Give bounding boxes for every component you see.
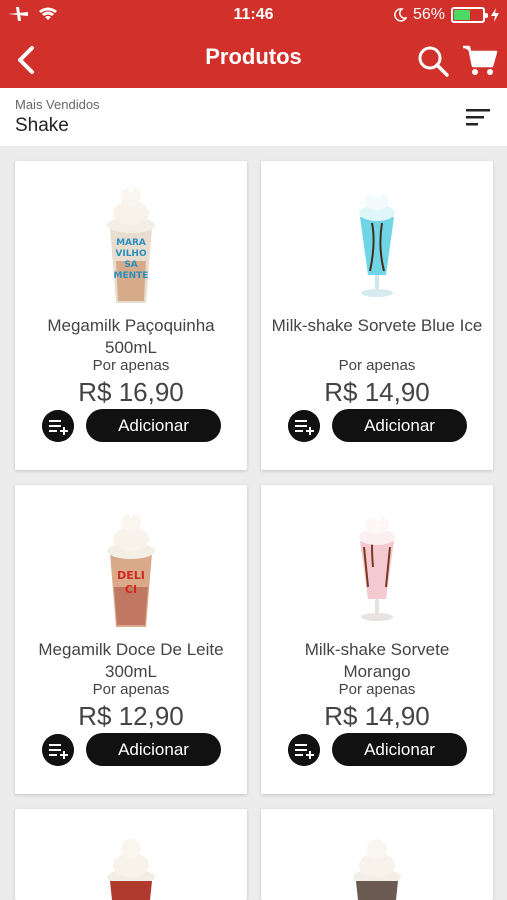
svg-text:DELI: DELI (117, 569, 145, 582)
add-to-list-icon[interactable] (42, 734, 74, 766)
price-prefix: Por apenas (338, 357, 416, 374)
battery-percent: 56% (412, 6, 445, 23)
product-name: Milk-shake Sorvete Morango (304, 640, 450, 681)
add-button[interactable]: Adicionar (332, 409, 467, 442)
product-image (261, 507, 493, 633)
add-to-list-icon[interactable] (288, 410, 320, 442)
product-name: Milk-shake Sorvete Blue Ice (271, 316, 483, 335)
product-card[interactable] (261, 809, 493, 900)
product-card[interactable] (15, 809, 247, 900)
battery-icon (451, 7, 488, 23)
price-prefix: Por apenas (338, 681, 416, 698)
status-right: 56% (393, 6, 499, 24)
product-image: DELI CI (15, 507, 247, 633)
moon-icon (394, 8, 407, 22)
add-button[interactable]: Adicionar (86, 733, 221, 766)
product-card[interactable]: DELI CI Megamilk Doce De Leite 300mL Por… (15, 485, 247, 794)
svg-text:VILHO: VILHO (115, 249, 147, 259)
filter-label: Mais Vendidos (15, 97, 100, 112)
product-card[interactable]: MARA VILHO SA MENTE Megamilk Paçoquinha … (15, 161, 247, 470)
filter-bar[interactable]: Mais Vendidos Shake (0, 88, 507, 146)
svg-text:MARA: MARA (116, 238, 146, 248)
product-card[interactable]: Milk-shake Sorvete Blue Ice Por apenas R… (261, 161, 493, 470)
product-card[interactable]: Milk-shake Sorvete Morango Por apenas R$… (261, 485, 493, 794)
svg-text:MENTE: MENTE (114, 271, 149, 281)
cart-icon[interactable] (462, 44, 498, 78)
add-to-list-icon[interactable] (42, 410, 74, 442)
app-bar: 11:46 56% Produtos (0, 0, 507, 88)
product-price: R$ 12,90 (78, 701, 184, 731)
product-name: Megamilk Paçoquinha 500mL (47, 316, 215, 357)
svg-text:CI: CI (125, 583, 137, 596)
add-to-list-icon[interactable] (288, 734, 320, 766)
charging-bolt-icon (491, 8, 499, 22)
product-price: R$ 14,90 (324, 377, 430, 407)
product-price: R$ 16,90 (78, 377, 184, 407)
price-prefix: Por apenas (92, 357, 170, 374)
add-button[interactable]: Adicionar (86, 409, 221, 442)
add-button[interactable]: Adicionar (332, 733, 467, 766)
status-bar: 11:46 56% (0, 0, 507, 32)
product-name: Megamilk Doce De Leite 300mL (38, 640, 224, 681)
search-icon[interactable] (416, 44, 450, 78)
sort-icon[interactable] (466, 108, 490, 126)
nav-bar: Produtos (0, 32, 507, 88)
price-prefix: Por apenas (92, 681, 170, 698)
filter-value[interactable]: Shake (15, 115, 69, 137)
product-image (261, 183, 493, 309)
svg-text:SA: SA (124, 260, 137, 270)
product-image: MARA VILHO SA MENTE (15, 183, 247, 309)
product-image (15, 835, 247, 900)
battery-fill (454, 10, 470, 20)
product-price: R$ 14,90 (324, 701, 430, 731)
product-image (261, 835, 493, 900)
